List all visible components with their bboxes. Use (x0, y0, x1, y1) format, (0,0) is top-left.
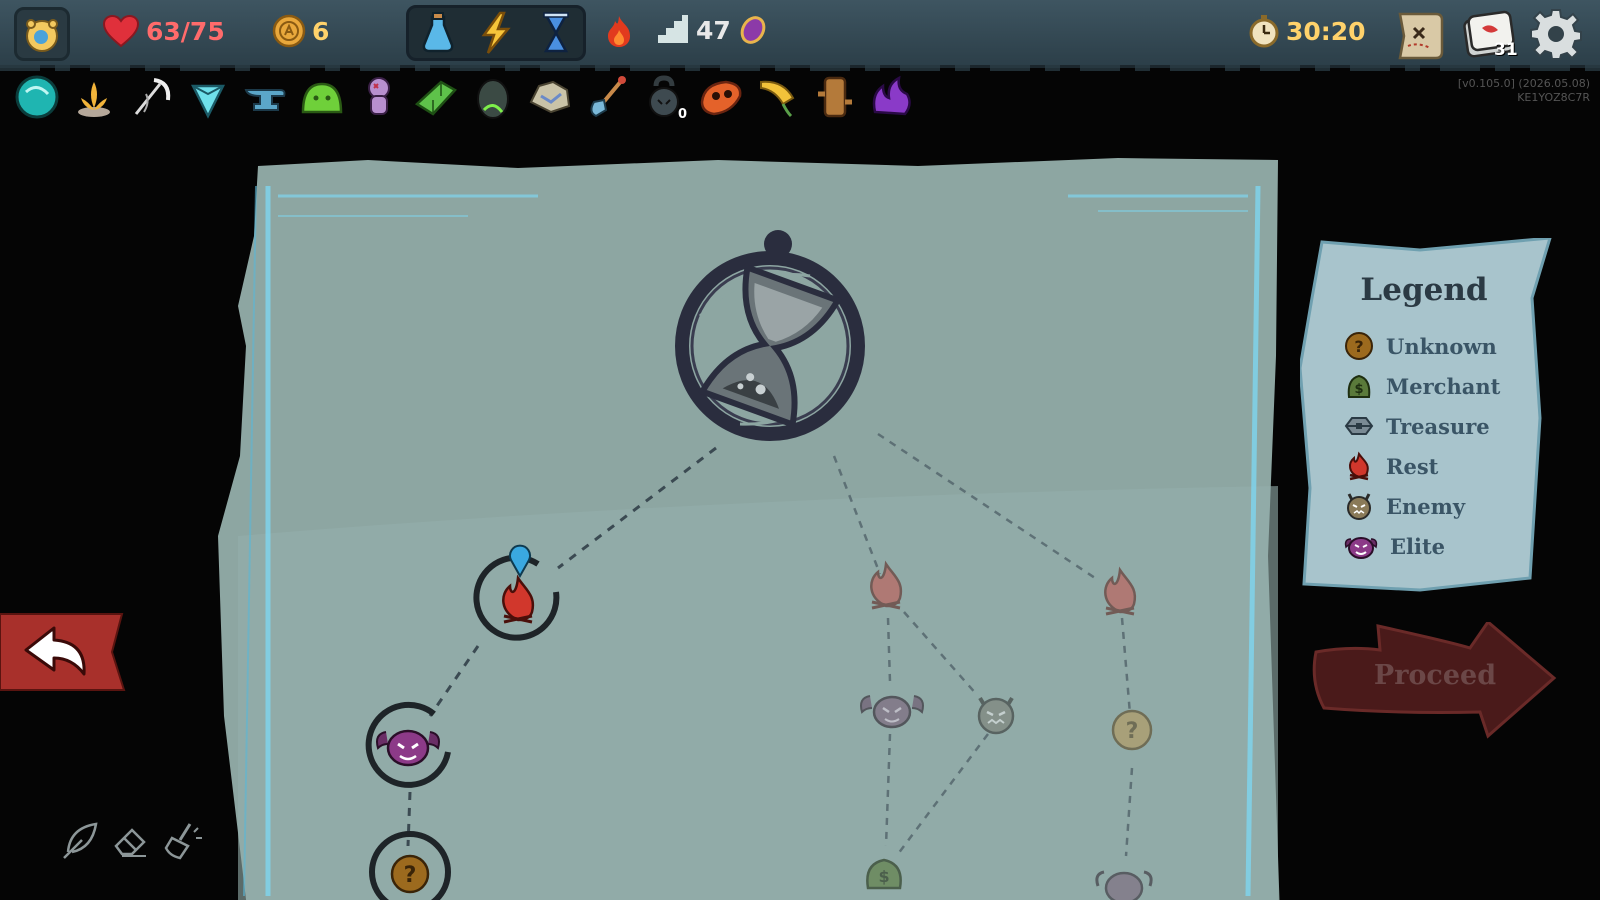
legend-item-rest: Rest (1344, 446, 1500, 486)
purple-flame-icon (872, 75, 911, 116)
legend-list: ? Unknown $ Merchant Treasure Rest Enemy… (1344, 326, 1500, 566)
deck-count: 31 (1494, 40, 1518, 60)
relic-slot[interactable] (240, 72, 290, 122)
map-parchment: ? ? $ (218, 156, 1310, 900)
shovel-icon (590, 76, 626, 118)
anvil-icon (244, 89, 286, 111)
unknown-node-locked[interactable]: ? (1111, 709, 1153, 751)
hp-display: 63/75 (102, 14, 225, 48)
green-slime-icon (301, 82, 343, 114)
dark-egg-icon (477, 79, 509, 119)
relic-count: 0 (677, 107, 687, 122)
hourglass-potion-icon[interactable] (532, 11, 576, 55)
character-icon (26, 19, 58, 52)
potion-tray (406, 5, 586, 61)
unknown-icon: ? (1345, 332, 1373, 360)
relic-slot[interactable] (525, 72, 575, 122)
svg-text:?: ? (404, 863, 417, 888)
enemy-node-locked[interactable] (977, 696, 1015, 735)
elite-icon (1344, 537, 1378, 559)
top-bar: 63/75 6 47 30:20 31 (0, 0, 1600, 71)
legend-item-unknown: ? Unknown (1344, 326, 1500, 366)
relic-bar: 0 (12, 72, 917, 124)
proceed-label: Proceed (1373, 660, 1497, 691)
purple-gem-icon (740, 16, 766, 44)
wooden-stump-icon (818, 76, 852, 118)
relic-slot[interactable] (69, 72, 119, 122)
lotus-statue-icon (78, 82, 110, 117)
green-gem-block-icon (414, 80, 457, 116)
svg-text:?: ? (1354, 337, 1363, 356)
legend-label: Rest (1386, 453, 1439, 479)
legend-label: Enemy (1386, 493, 1466, 519)
relic-slot[interactable] (12, 72, 62, 122)
map-paper: ? ? $ (218, 158, 1280, 900)
relic-slot[interactable] (411, 72, 461, 122)
svg-text:$: $ (1354, 382, 1363, 397)
timer-value: 30:20 (1286, 16, 1366, 46)
rubble-rock-icon (529, 80, 571, 114)
gold-value: 6 (312, 16, 330, 46)
orange-mask-icon (700, 80, 742, 116)
stairs-icon (658, 15, 688, 43)
merchant-node-locked[interactable]: $ (866, 858, 902, 890)
relic-slot[interactable] (468, 72, 518, 122)
eraser-icon[interactable] (108, 818, 152, 862)
character-portrait-button[interactable] (14, 7, 70, 61)
relic-slot[interactable] (867, 72, 917, 122)
heart-icon (102, 14, 140, 48)
rest-icon (1349, 451, 1369, 481)
relic-slot[interactable] (810, 72, 860, 122)
fire-icon (608, 16, 630, 47)
svg-text:$: $ (878, 867, 889, 886)
relic-slot[interactable] (696, 72, 746, 122)
proceed-button[interactable]: Proceed (1310, 619, 1560, 740)
legend-item-treasure: Treasure (1344, 406, 1500, 446)
stopwatch-icon (1249, 15, 1279, 48)
back-button-bg (0, 613, 126, 691)
legend-label: Merchant (1386, 373, 1501, 399)
hp-value: 63/75 (146, 16, 225, 46)
ascension-fire (604, 14, 634, 48)
version-number: [v0.105.0] (2026.05.08) (1457, 77, 1590, 90)
enemy-icon (1347, 493, 1371, 520)
legend-label: Unknown (1386, 333, 1497, 359)
relic-slot[interactable] (354, 72, 404, 122)
legend-panel: Legend ? Unknown $ Merchant Treasure Res… (1300, 238, 1558, 596)
floor-value: 47 (696, 15, 731, 45)
teal-orb-icon (15, 75, 59, 119)
legend-title: Legend (1360, 272, 1488, 308)
blue-potion-icon[interactable] (416, 11, 460, 55)
quill-icon[interactable] (58, 818, 102, 862)
relic-slot[interactable] (183, 72, 233, 122)
brush-clear-icon[interactable] (160, 818, 204, 862)
settings-gear-icon[interactable] (1530, 8, 1582, 60)
version-label: [v0.105.0] (2026.05.08) KE1YOZ8C7R (1458, 77, 1590, 105)
map-scroll-icon[interactable] (1392, 6, 1448, 62)
legend-item-elite: Elite (1344, 526, 1500, 566)
relic-slot[interactable] (297, 72, 347, 122)
relic-slot[interactable] (582, 72, 632, 122)
gold-display: 6 (272, 14, 329, 48)
timer-display: 30:20 (1248, 14, 1366, 48)
legend-item-merchant: $ Merchant (1344, 366, 1500, 406)
merchant-icon: $ (1347, 374, 1371, 398)
svg-text:?: ? (1126, 719, 1139, 744)
legend-label: Elite (1390, 533, 1446, 559)
gold-coin-icon (272, 14, 306, 48)
scythe-whip-icon (134, 78, 171, 115)
back-button[interactable] (0, 612, 126, 692)
golden-horn-icon (760, 80, 795, 118)
relic-slot[interactable] (126, 72, 176, 122)
floor-display: 47 (656, 14, 769, 46)
relic-slot[interactable]: 0 (639, 72, 689, 122)
treasure-icon (1344, 417, 1374, 435)
diamond-pendant-icon (190, 84, 226, 119)
legend-item-enemy: Enemy (1344, 486, 1500, 526)
lightning-potion-icon[interactable] (474, 11, 518, 55)
relic-slot[interactable] (753, 72, 803, 122)
voodoo-doll-icon (368, 77, 390, 115)
seed-code: KE1YOZ8C7R (1517, 91, 1590, 104)
legend-label: Treasure (1386, 413, 1490, 439)
